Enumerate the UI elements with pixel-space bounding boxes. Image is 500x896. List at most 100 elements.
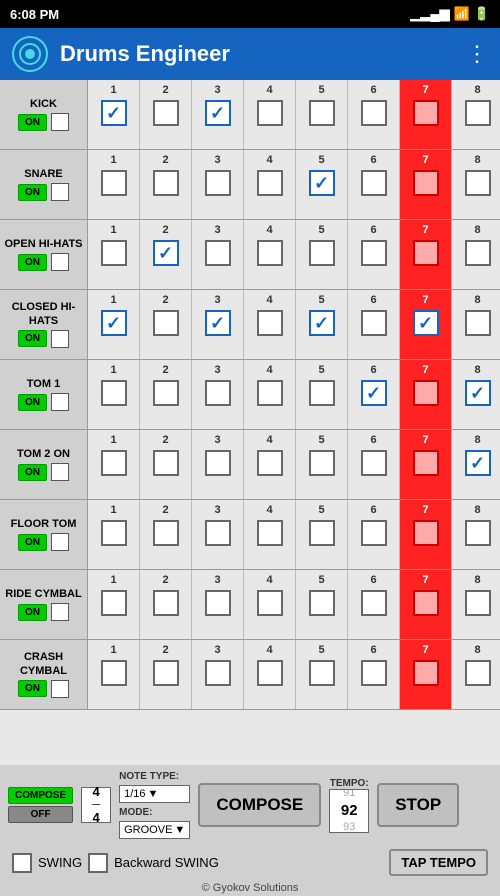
beat-checkbox-crash-cymbal-5[interactable] [309,660,335,686]
beat-checkbox-tom1-1[interactable] [101,380,127,406]
on-button-tom2[interactable]: ON [18,464,47,481]
beat-checkbox-snare-4[interactable] [257,170,283,196]
beat-checkbox-snare-8[interactable] [465,170,491,196]
beat-checkbox-closed-hi-hats-2[interactable] [153,310,179,336]
beat-checkbox-floor-tom-1[interactable] [101,520,127,546]
beat-checkbox-crash-cymbal-3[interactable] [205,660,231,686]
stop-button[interactable]: STOP [377,783,459,827]
on-button-floor-tom[interactable]: ON [18,534,47,551]
on-button-crash-cymbal[interactable]: ON [18,680,47,697]
beat-checkbox-tom2-3[interactable] [205,450,231,476]
on-button-ride-cymbal[interactable]: ON [18,604,47,621]
beat-checkbox-kick-5[interactable] [309,100,335,126]
beat-checkbox-open-hi-hats-6[interactable] [361,240,387,266]
beat-checkbox-open-hi-hats-3[interactable] [205,240,231,266]
beat-checkbox-ride-cymbal-3[interactable] [205,590,231,616]
beat-checkbox-crash-cymbal-6[interactable] [361,660,387,686]
row-checkbox-open-hi-hats[interactable] [51,253,69,271]
beat-checkbox-closed-hi-hats-6[interactable] [361,310,387,336]
beat-checkbox-tom1-4[interactable] [257,380,283,406]
beat-checkbox-tom2-4[interactable] [257,450,283,476]
beat-checkbox-crash-cymbal-8[interactable] [465,660,491,686]
compose-button[interactable]: COMPOSE [198,783,321,827]
mode-selector[interactable]: GROOVE ▼ [119,821,190,839]
swing-checkbox[interactable] [12,853,32,873]
beat-checkbox-closed-hi-hats-5[interactable] [309,310,335,336]
beat-checkbox-ride-cymbal-8[interactable] [465,590,491,616]
beat-checkbox-open-hi-hats-2[interactable] [153,240,179,266]
beat-checkbox-open-hi-hats-4[interactable] [257,240,283,266]
backward-swing-checkbox[interactable] [88,853,108,873]
row-checkbox-snare[interactable] [51,183,69,201]
beat-checkbox-tom2-7[interactable] [413,450,439,476]
beat-checkbox-ride-cymbal-6[interactable] [361,590,387,616]
beat-checkbox-crash-cymbal-7[interactable] [413,660,439,686]
beat-checkbox-snare-2[interactable] [153,170,179,196]
beat-checkbox-tom1-2[interactable] [153,380,179,406]
beat-checkbox-crash-cymbal-1[interactable] [101,660,127,686]
beat-checkbox-floor-tom-3[interactable] [205,520,231,546]
beat-checkbox-crash-cymbal-4[interactable] [257,660,283,686]
beat-checkbox-floor-tom-8[interactable] [465,520,491,546]
beat-checkbox-kick-7[interactable] [413,100,439,126]
beat-checkbox-open-hi-hats-7[interactable] [413,240,439,266]
beat-checkbox-floor-tom-4[interactable] [257,520,283,546]
on-button-closed-hi-hats[interactable]: ON [18,330,47,347]
beat-checkbox-open-hi-hats-5[interactable] [309,240,335,266]
beat-checkbox-closed-hi-hats-3[interactable] [205,310,231,336]
on-button-snare[interactable]: ON [18,184,47,201]
beat-checkbox-ride-cymbal-2[interactable] [153,590,179,616]
beat-checkbox-ride-cymbal-1[interactable] [101,590,127,616]
beat-checkbox-tom1-3[interactable] [205,380,231,406]
beat-checkbox-tom2-6[interactable] [361,450,387,476]
beat-checkbox-snare-7[interactable] [413,170,439,196]
beat-checkbox-crash-cymbal-2[interactable] [153,660,179,686]
beat-checkbox-tom2-1[interactable] [101,450,127,476]
beat-checkbox-tom1-6[interactable] [361,380,387,406]
row-checkbox-closed-hi-hats[interactable] [51,330,69,348]
beat-checkbox-kick-3[interactable] [205,100,231,126]
tap-tempo-button[interactable]: TAP TEMPO [389,849,488,876]
on-button-open-hi-hats[interactable]: ON [18,254,47,271]
beat-checkbox-ride-cymbal-4[interactable] [257,590,283,616]
global-on-button[interactable]: COMPOSE [8,787,73,804]
beat-checkbox-tom1-8[interactable] [465,380,491,406]
beat-checkbox-tom2-2[interactable] [153,450,179,476]
beat-checkbox-closed-hi-hats-7[interactable] [413,310,439,336]
beat-checkbox-kick-4[interactable] [257,100,283,126]
menu-button[interactable]: ⋮ [466,41,488,67]
time-signature[interactable]: 4 ─ 4 [81,787,111,823]
beat-checkbox-closed-hi-hats-4[interactable] [257,310,283,336]
beat-checkbox-kick-2[interactable] [153,100,179,126]
on-button-kick[interactable]: ON [18,114,47,131]
beat-checkbox-ride-cymbal-5[interactable] [309,590,335,616]
row-checkbox-floor-tom[interactable] [51,533,69,551]
row-checkbox-ride-cymbal[interactable] [51,603,69,621]
beat-checkbox-tom1-7[interactable] [413,380,439,406]
row-checkbox-crash-cymbal[interactable] [51,680,69,698]
beat-checkbox-snare-3[interactable] [205,170,231,196]
beat-checkbox-snare-1[interactable] [101,170,127,196]
beat-checkbox-tom2-8[interactable] [465,450,491,476]
row-checkbox-tom1[interactable] [51,393,69,411]
beat-checkbox-floor-tom-2[interactable] [153,520,179,546]
row-checkbox-tom2[interactable] [51,463,69,481]
beat-checkbox-tom1-5[interactable] [309,380,335,406]
global-off-button[interactable]: OFF [8,806,73,823]
beat-checkbox-closed-hi-hats-1[interactable] [101,310,127,336]
beat-checkbox-closed-hi-hats-8[interactable] [465,310,491,336]
on-button-tom1[interactable]: ON [18,394,47,411]
beat-checkbox-open-hi-hats-8[interactable] [465,240,491,266]
tempo-scroll[interactable]: 91 92 93 [329,789,369,833]
beat-checkbox-tom2-5[interactable] [309,450,335,476]
row-checkbox-kick[interactable] [51,113,69,131]
beat-checkbox-snare-5[interactable] [309,170,335,196]
beat-checkbox-kick-1[interactable] [101,100,127,126]
beat-checkbox-ride-cymbal-7[interactable] [413,590,439,616]
beat-checkbox-floor-tom-7[interactable] [413,520,439,546]
beat-checkbox-open-hi-hats-1[interactable] [101,240,127,266]
note-type-selector[interactable]: 1/16 ▼ [119,785,190,803]
beat-checkbox-floor-tom-5[interactable] [309,520,335,546]
beat-checkbox-kick-8[interactable] [465,100,491,126]
beat-checkbox-floor-tom-6[interactable] [361,520,387,546]
